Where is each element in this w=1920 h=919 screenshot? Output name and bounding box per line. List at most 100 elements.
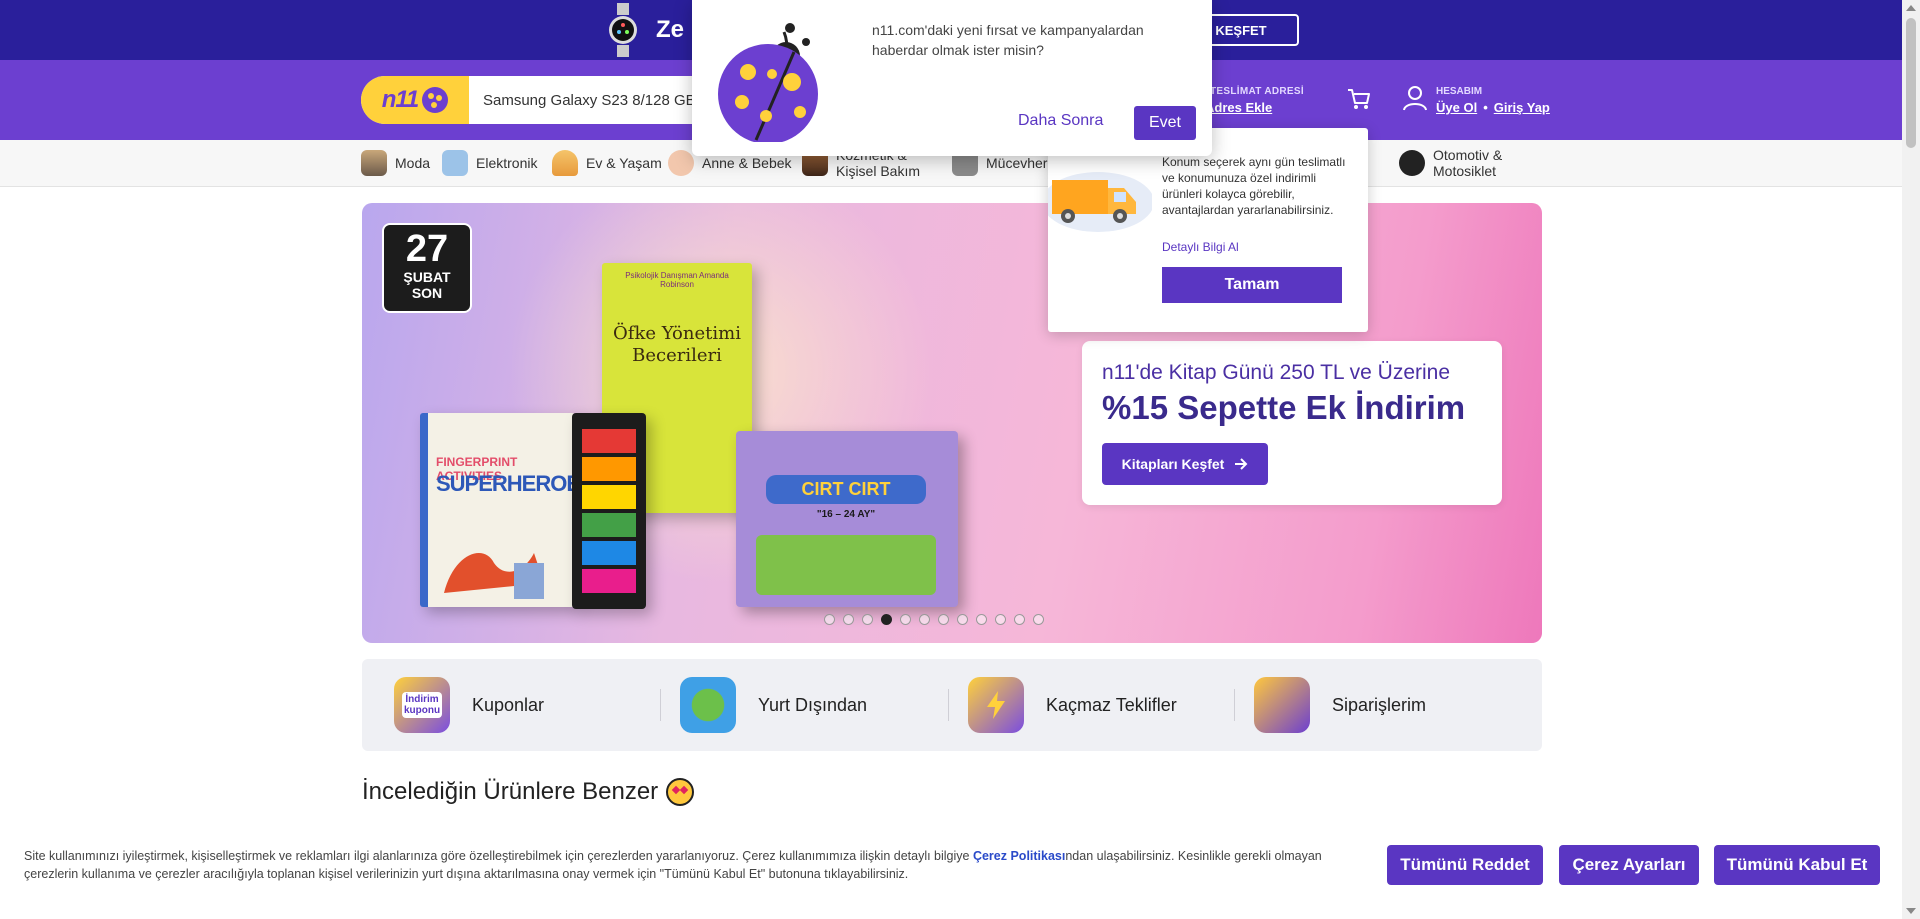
cookie-text-before: Site kullanımınızı iyileştirmek, kişisel… [24, 849, 973, 863]
book-title: CIRT CIRT [766, 475, 926, 504]
section-title-text: İncelediğin Ürünlere Benzer [362, 778, 659, 805]
ink-red [582, 429, 636, 453]
date-day: 27 [405, 228, 449, 270]
book-title-main: SUPERHEROES [436, 471, 595, 496]
page-scrollbar[interactable] [1902, 0, 1920, 919]
book-author: Psikolojik Danışman Amanda Robinson [625, 271, 729, 289]
promo-text: Ze [656, 16, 685, 43]
promo-headline: n11'de Kitap Günü 250 TL ve Üzerine [1102, 361, 1451, 384]
category-ev-yasam[interactable]: Ev & Yaşam [552, 140, 662, 186]
signup-link[interactable]: Üye Ol [1436, 100, 1477, 115]
carousel-dot[interactable] [938, 614, 949, 625]
carousel-dot[interactable] [1014, 614, 1025, 625]
scroll-up-arrow-icon[interactable] [1906, 5, 1916, 11]
scroll-thumb[interactable] [1906, 18, 1916, 148]
cookie-text: Site kullanımınızı iyileştirmek, kişisel… [24, 847, 1354, 883]
date-end: SON [411, 285, 443, 301]
delivery-truck-icon [1048, 172, 1152, 232]
reject-all-button[interactable]: Tümünü Reddet [1387, 845, 1543, 885]
category-label: Anne & Bebek [702, 155, 792, 171]
quick-link-label: Kuponlar [472, 694, 545, 715]
quick-links: İndirim kuponu Kuponlar Yurt Dışından Ka… [362, 659, 1542, 751]
discover-books-button[interactable]: Kitapları Keşfet [1102, 443, 1268, 485]
dragon-illustration-icon [444, 553, 544, 599]
carousel-dot[interactable] [862, 614, 873, 625]
ladybug-logo-icon [422, 87, 449, 113]
cart-icon[interactable] [1346, 86, 1372, 112]
location-tooltip-text: Konum seçerek aynı gün teslimatlı ve kon… [1162, 155, 1346, 217]
carousel-dots [824, 614, 1044, 625]
ink-yellow [582, 485, 636, 509]
electronics-icon [442, 150, 468, 176]
carousel-dot[interactable] [976, 614, 987, 625]
cookie-consent-bar: Site kullanımınızı iyileştirmek, kişisel… [0, 825, 1902, 919]
divider [660, 689, 661, 721]
quick-link-label: Kaçmaz Teklifler [1046, 694, 1177, 715]
smartwatch-icon [609, 3, 637, 57]
ok-button[interactable]: Tamam [1162, 267, 1342, 303]
carousel-dot[interactable] [843, 614, 854, 625]
login-link[interactable]: Giriş Yap [1494, 100, 1550, 115]
cookie-policy-link[interactable]: Çerez Politikası [973, 849, 1065, 863]
yes-button[interactable]: Evet [1134, 106, 1196, 140]
ink-green [582, 513, 636, 537]
book-cirt-cirt: CIRT CIRT "16 – 24 AY" [736, 431, 958, 607]
quick-link-label: Yurt Dışından [758, 694, 868, 715]
carousel-dot[interactable] [900, 614, 911, 625]
category-elektronik[interactable]: Elektronik [442, 140, 537, 186]
star-eyes-emoji-icon [666, 778, 695, 806]
carousel-dot[interactable] [1033, 614, 1044, 625]
delivery-address-label: TESLİMAT ADRESİ [1210, 86, 1304, 97]
quick-link-kacmaz-teklifler[interactable]: Kaçmaz Teklifler [968, 659, 1177, 751]
ink-pad [572, 413, 646, 609]
order-box-icon [1254, 677, 1310, 733]
divider [1234, 689, 1235, 721]
user-icon[interactable] [1402, 84, 1428, 112]
ladybug-icon [718, 23, 818, 142]
add-address-link[interactable]: Adres Ekle [1205, 100, 1272, 115]
promo-discount: %15 Sepette Ek İndirim [1102, 389, 1466, 426]
more-info-link[interactable]: Detaylı Bilgi Al [1162, 240, 1239, 254]
coupon-icon-text: İndirim kuponu [402, 692, 442, 718]
notification-permission-popup: n11.com'daki yeni fırsat ve kampanyalard… [692, 0, 1212, 156]
account-links: Üye Ol • Giriş Yap [1436, 100, 1550, 115]
ink-orange [582, 457, 636, 481]
category-otomotiv[interactable]: Otomotiv & Motosiklet [1399, 140, 1529, 186]
separator-dot: • [1483, 100, 1488, 115]
category-label: Otomotiv & Motosiklet [1433, 147, 1503, 179]
page: Ze KEŞFET n11 TESLİMAT ADRESİ Adres Ekle… [0, 0, 1920, 919]
scroll-down-arrow-icon[interactable] [1906, 908, 1916, 914]
book-fingerprint-superheroes: FINGERPRINT ACTIVITIES SUPERHEROES [420, 413, 595, 607]
later-button[interactable]: Daha Sonra [1018, 112, 1103, 130]
quick-link-yurt-disindan[interactable]: Yurt Dışından [680, 659, 867, 751]
carousel-dot[interactable] [919, 614, 930, 625]
book-cover-illustration [756, 535, 936, 595]
category-label: Elektronik [476, 155, 538, 171]
category-moda[interactable]: Moda [361, 140, 430, 186]
category-label: Moda [395, 155, 431, 171]
carousel-dot[interactable] [995, 614, 1006, 625]
n11-logo[interactable]: n11 [361, 76, 469, 124]
carousel-dot[interactable] [881, 614, 892, 625]
category-label: Ev & Yaşam [586, 155, 662, 171]
carousel-dot[interactable] [824, 614, 835, 625]
accept-all-button[interactable]: Tümünü Kabul Et [1714, 845, 1880, 885]
arrow-right-icon [1235, 458, 1248, 470]
quick-link-label: Siparişlerim [1332, 694, 1427, 715]
ink-pink [582, 569, 636, 593]
carousel-dot[interactable] [957, 614, 968, 625]
coupon-icon: İndirim kuponu [394, 677, 450, 733]
hero-promo-card: n11'de Kitap Günü 250 TL ve Üzerine %15 … [1082, 341, 1502, 505]
lightning-icon [987, 691, 1005, 719]
quick-link-kuponlar[interactable]: İndirim kuponu Kuponlar [394, 659, 544, 751]
lamp-icon [552, 150, 578, 176]
book-title: Öfke Yönetimi Becerileri [613, 323, 741, 366]
cookie-settings-button[interactable]: Çerez Ayarları [1559, 845, 1699, 885]
quick-link-siparislerim[interactable]: Siparişlerim [1254, 659, 1426, 751]
lightning-badge-icon [968, 677, 1024, 733]
globe-plane-icon [680, 677, 736, 733]
logo-text: n11 [381, 86, 420, 113]
date-month: ŞUBAT [403, 269, 451, 285]
date-badge: 27 ŞUBAT SON [382, 223, 472, 313]
tire-icon [1399, 150, 1425, 176]
